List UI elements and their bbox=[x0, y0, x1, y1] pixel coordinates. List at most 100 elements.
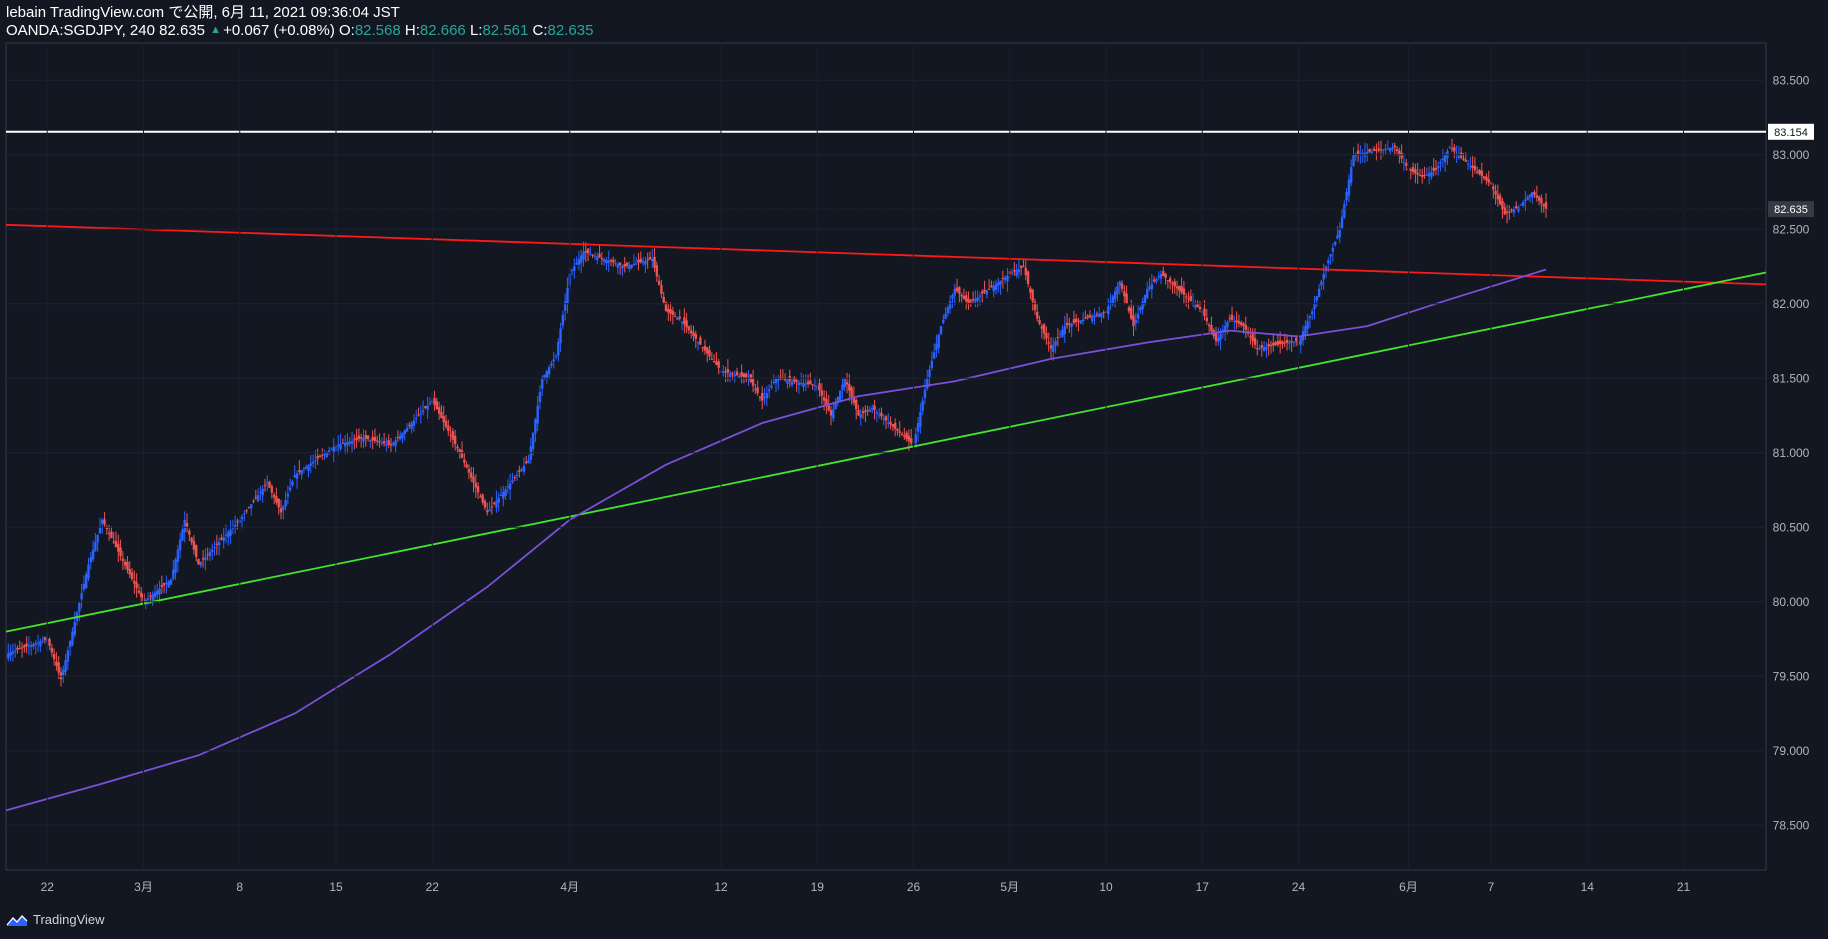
candle-down bbox=[1398, 150, 1401, 155]
candle-down bbox=[353, 439, 356, 441]
price-tick-label: 81.000 bbox=[1773, 446, 1810, 460]
candle-down bbox=[453, 435, 457, 445]
candle-up bbox=[502, 492, 505, 499]
candle-down bbox=[236, 521, 239, 523]
candle-down bbox=[864, 410, 867, 412]
candle-up bbox=[323, 453, 326, 455]
candle-down bbox=[866, 410, 869, 412]
candle-down bbox=[612, 259, 615, 263]
candle-down bbox=[481, 494, 484, 503]
candle-up bbox=[635, 263, 638, 265]
candle-up bbox=[346, 442, 349, 446]
candle-up bbox=[841, 384, 844, 391]
candle-up bbox=[1526, 196, 1529, 200]
tradingview-brand[interactable]: TradingView bbox=[6, 912, 105, 927]
candle-up bbox=[224, 534, 228, 536]
candle-down bbox=[1214, 332, 1218, 342]
candle-down bbox=[910, 438, 913, 444]
candle-up bbox=[204, 557, 207, 561]
candle-down bbox=[1492, 186, 1495, 190]
candle-down bbox=[745, 373, 748, 378]
candle-up bbox=[158, 588, 161, 595]
candle-down bbox=[1175, 286, 1179, 289]
candle-down bbox=[1400, 152, 1403, 159]
candle-up bbox=[582, 251, 585, 260]
candle-up bbox=[211, 549, 214, 553]
candle-up bbox=[1217, 337, 1220, 342]
candle-down bbox=[1260, 345, 1264, 348]
candle-down bbox=[857, 410, 860, 416]
price-axis[interactable]: 83.500 83.000 82.500 82.000 81.500 81.000 80.5… bbox=[6, 73, 1814, 832]
candle-up bbox=[1265, 346, 1268, 350]
candle-up bbox=[343, 442, 347, 447]
candle-down bbox=[1473, 165, 1477, 171]
candle-up bbox=[1402, 162, 1406, 164]
candle-up bbox=[813, 385, 817, 387]
candle-down bbox=[396, 437, 400, 439]
candle-down bbox=[1501, 200, 1504, 210]
last-price-label: 82.635 bbox=[1774, 204, 1808, 216]
candle-up bbox=[307, 465, 310, 471]
candle-down bbox=[1256, 348, 1259, 350]
candle-down bbox=[625, 262, 629, 266]
candle-up bbox=[738, 375, 741, 379]
candle-down bbox=[818, 383, 821, 391]
candle-up bbox=[428, 403, 432, 405]
candle-up bbox=[1017, 268, 1021, 273]
candle-down bbox=[1283, 342, 1286, 344]
candle-up bbox=[169, 579, 173, 585]
candle-up bbox=[1366, 152, 1369, 155]
candle-up bbox=[64, 660, 67, 672]
candle-up bbox=[939, 326, 943, 334]
candle-down bbox=[1173, 281, 1176, 287]
candle-up bbox=[337, 444, 340, 447]
candle-up bbox=[547, 367, 551, 375]
candle-down bbox=[1210, 324, 1213, 332]
candle-down bbox=[128, 568, 131, 575]
candle-up bbox=[1150, 283, 1154, 290]
candle-down bbox=[1088, 315, 1092, 318]
candle-up bbox=[1329, 254, 1332, 257]
candle-up bbox=[728, 373, 732, 377]
candle-down bbox=[1267, 343, 1270, 347]
candle-down bbox=[107, 532, 111, 534]
candle-up bbox=[266, 482, 269, 484]
candle-down bbox=[742, 373, 746, 378]
candle-up bbox=[914, 434, 917, 444]
candle-up bbox=[78, 602, 81, 612]
candle-up bbox=[68, 641, 72, 648]
candle-down bbox=[1228, 318, 1231, 320]
candle-up bbox=[999, 280, 1002, 285]
candle-up bbox=[838, 390, 842, 401]
time-tick-label: 6月 bbox=[1399, 880, 1418, 894]
candle-up bbox=[992, 285, 995, 292]
candle-up bbox=[1437, 165, 1440, 169]
candle-down bbox=[735, 371, 739, 376]
price-tick-label: 83.000 bbox=[1773, 148, 1810, 162]
candle-down bbox=[110, 531, 113, 539]
candle-up bbox=[403, 430, 406, 435]
candle-down bbox=[1237, 321, 1241, 324]
candle-down bbox=[486, 510, 489, 513]
candle-up bbox=[932, 352, 936, 359]
time-tick-label: 14 bbox=[1581, 880, 1595, 894]
candle-up bbox=[497, 497, 500, 503]
candle-up bbox=[1058, 333, 1062, 335]
candle-up bbox=[557, 342, 560, 356]
candle-up bbox=[1136, 313, 1140, 319]
candle-down bbox=[472, 476, 475, 483]
candle-up bbox=[1327, 260, 1330, 264]
candle-down bbox=[822, 397, 826, 401]
time-axis[interactable]: 22 3月 8 15 22 4月 12 19 26 5月 10 17 24 6月 7 14 21 bbox=[41, 43, 1691, 894]
candle-down bbox=[898, 431, 901, 433]
price-chart[interactable]: 83.500 83.000 82.500 82.000 81.500 81.000 80.5… bbox=[0, 0, 1828, 939]
candle-up bbox=[1100, 312, 1103, 318]
candle-down bbox=[657, 280, 661, 286]
candle-down bbox=[990, 285, 993, 288]
candle-up bbox=[1443, 154, 1447, 163]
candle-up bbox=[85, 574, 88, 589]
candle-up bbox=[531, 432, 535, 450]
price-tick-label: 80.000 bbox=[1773, 595, 1810, 609]
candle-up bbox=[1079, 320, 1082, 324]
candle-up bbox=[243, 513, 246, 515]
